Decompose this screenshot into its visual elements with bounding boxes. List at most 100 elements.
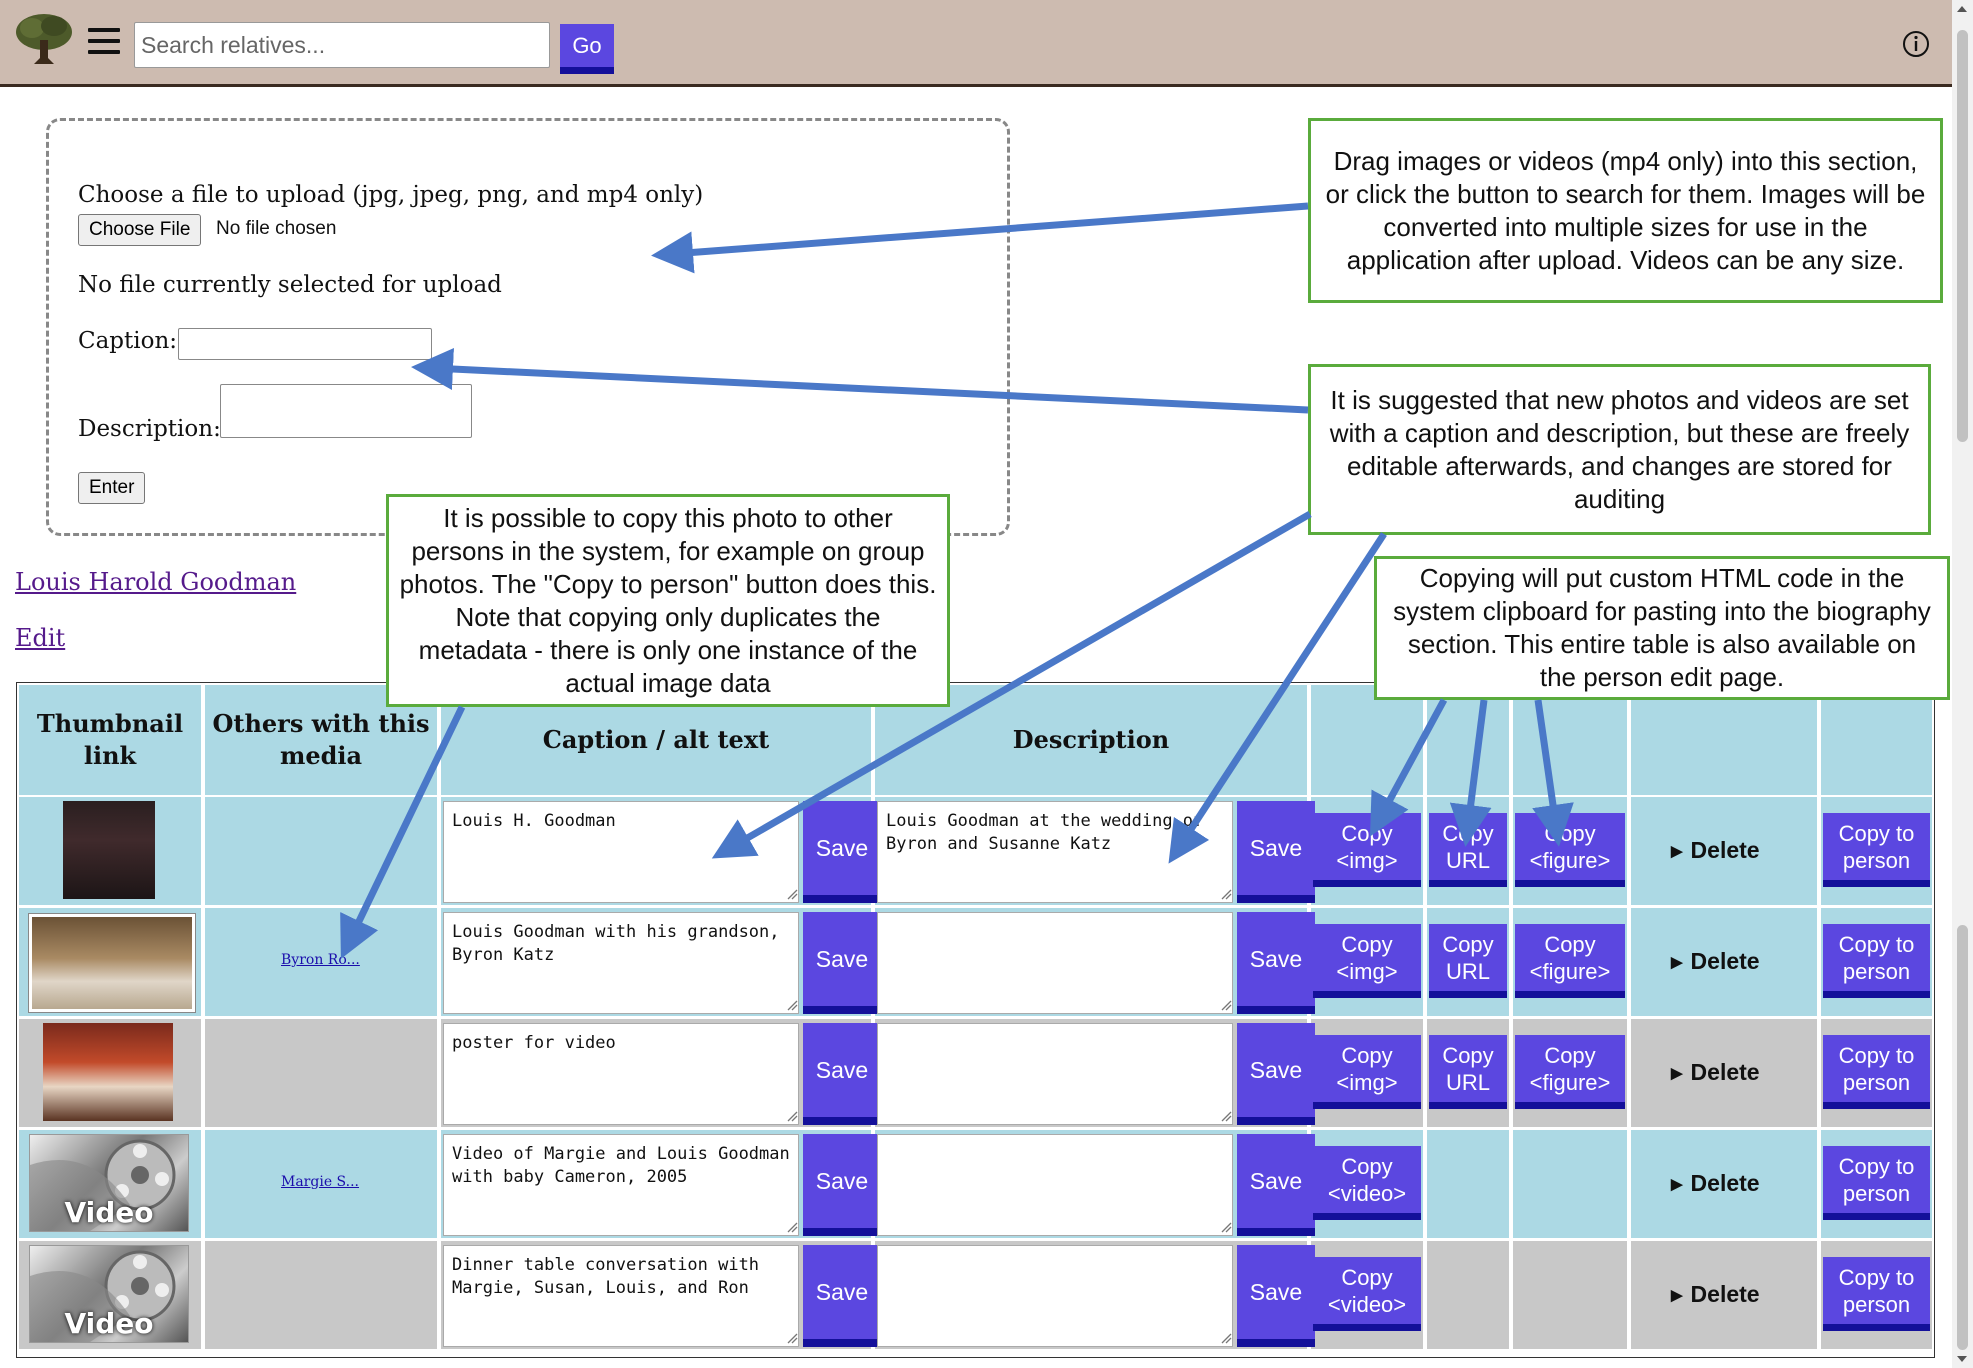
scroll-down-icon[interactable] bbox=[1957, 1356, 1967, 1362]
copy-to-person-button[interactable]: Copy to person bbox=[1823, 924, 1930, 998]
delete-label: Delete bbox=[1690, 1281, 1760, 1307]
photo-thumbnail[interactable] bbox=[63, 801, 155, 899]
photo-thumbnail[interactable] bbox=[29, 914, 195, 1012]
header-thumbnail: Thumbnail link bbox=[19, 685, 201, 795]
copy-url-button[interactable]: Copy URL bbox=[1429, 1035, 1507, 1109]
video-thumbnail-label: Video bbox=[64, 1307, 154, 1340]
save-description-button[interactable]: Save bbox=[1237, 801, 1315, 903]
resize-grip-icon[interactable] bbox=[787, 889, 798, 900]
save-description-button[interactable]: Save bbox=[1237, 1134, 1315, 1236]
header-empty bbox=[1427, 685, 1509, 795]
copy-img-button[interactable]: Copy <img> bbox=[1313, 813, 1421, 887]
thumbnail-link[interactable]: Video bbox=[29, 1134, 189, 1232]
resize-grip-icon[interactable] bbox=[1221, 1111, 1232, 1122]
copy-img-button[interactable]: Copy <img> bbox=[1313, 1035, 1421, 1109]
search-input[interactable] bbox=[134, 22, 550, 68]
menu-icon[interactable] bbox=[88, 28, 120, 56]
info-icon[interactable] bbox=[1902, 30, 1930, 58]
copy-to-person-button[interactable]: Copy to person bbox=[1823, 1035, 1930, 1109]
description-textarea[interactable] bbox=[877, 1245, 1233, 1347]
photo-thumbnail[interactable] bbox=[43, 1023, 173, 1121]
delete-toggle[interactable]: ▶ Delete bbox=[1671, 1170, 1760, 1197]
resize-grip-icon[interactable] bbox=[1221, 1222, 1232, 1233]
disclosure-triangle-icon: ▶ bbox=[1671, 842, 1683, 860]
copy-video-button[interactable]: Copy <video> bbox=[1313, 1257, 1421, 1331]
table-cell bbox=[1513, 1241, 1627, 1349]
scrollbar[interactable] bbox=[1952, 0, 1973, 1368]
edit-link[interactable]: Edit bbox=[15, 624, 65, 652]
copy-figure-button[interactable]: Copy <figure> bbox=[1515, 924, 1625, 998]
caption-textarea[interactable]: Video of Margie and Louis Goodman with b… bbox=[443, 1134, 799, 1236]
enter-button[interactable]: Enter bbox=[78, 472, 146, 504]
resize-grip-icon[interactable] bbox=[1221, 1000, 1232, 1011]
go-button[interactable]: Go bbox=[560, 24, 614, 74]
caption-textarea[interactable]: Louis Goodman with his grandson, Byron K… bbox=[443, 912, 799, 1014]
caption-textarea[interactable]: Louis H. Goodman bbox=[443, 801, 799, 903]
others-link[interactable]: Byron Ro... bbox=[281, 952, 360, 968]
resize-grip-icon[interactable] bbox=[1221, 889, 1232, 900]
resize-grip-icon[interactable] bbox=[787, 1111, 798, 1122]
header-empty bbox=[1821, 685, 1932, 795]
scroll-up-icon[interactable] bbox=[1957, 6, 1967, 12]
description-textarea[interactable] bbox=[877, 1023, 1233, 1125]
description-textarea[interactable]: Louis Goodman at the wedding of Byron an… bbox=[877, 801, 1233, 903]
resize-grip-icon[interactable] bbox=[1221, 1333, 1232, 1344]
header-empty bbox=[1631, 685, 1817, 795]
copy-url-button[interactable]: Copy URL bbox=[1429, 813, 1507, 887]
scrollbar-thumb[interactable] bbox=[1957, 30, 1968, 442]
save-caption-button[interactable]: Save bbox=[803, 1023, 881, 1125]
delete-toggle[interactable]: ▶ Delete bbox=[1671, 948, 1760, 975]
table-cell bbox=[205, 797, 437, 905]
scrollbar-thumb-secondary[interactable] bbox=[1957, 925, 1968, 1350]
family-tree-logo-icon[interactable] bbox=[14, 12, 74, 66]
copy-to-person-button[interactable]: Copy to person bbox=[1823, 1146, 1930, 1220]
table-cell bbox=[205, 1241, 437, 1349]
save-caption-button[interactable]: Save bbox=[803, 1134, 881, 1236]
save-caption-button[interactable]: Save bbox=[803, 912, 881, 1014]
callout-drag-drop: Drag images or videos (mp4 only) into th… bbox=[1308, 118, 1943, 303]
delete-toggle[interactable]: ▶ Delete bbox=[1671, 1059, 1760, 1086]
upload-drop-zone[interactable] bbox=[46, 118, 1010, 536]
table-cell bbox=[1427, 1241, 1509, 1349]
save-caption-button[interactable]: Save bbox=[803, 801, 881, 903]
resize-grip-icon[interactable] bbox=[787, 1333, 798, 1344]
upload-instructions: Choose a file to upload (jpg, jpeg, png,… bbox=[78, 182, 704, 208]
copy-figure-button[interactable]: Copy <figure> bbox=[1515, 813, 1625, 887]
person-link[interactable]: Louis Harold Goodman bbox=[15, 568, 296, 596]
no-file-chosen-text: No file chosen bbox=[216, 218, 337, 239]
header-empty bbox=[1513, 685, 1627, 795]
copy-figure-button[interactable]: Copy <figure> bbox=[1515, 1035, 1625, 1109]
caption-textarea[interactable]: poster for video bbox=[443, 1023, 799, 1125]
disclosure-triangle-icon: ▶ bbox=[1671, 1064, 1683, 1082]
description-input[interactable] bbox=[220, 384, 472, 438]
resize-grip-icon[interactable] bbox=[787, 1222, 798, 1233]
resize-grip-icon[interactable] bbox=[787, 1000, 798, 1011]
choose-file-button[interactable]: Choose File bbox=[78, 214, 202, 246]
save-description-button[interactable]: Save bbox=[1237, 912, 1315, 1014]
copy-url-button[interactable]: Copy URL bbox=[1429, 924, 1507, 998]
caption-input[interactable] bbox=[178, 328, 432, 360]
copy-video-button[interactable]: Copy <video> bbox=[1313, 1146, 1421, 1220]
delete-label: Delete bbox=[1690, 1059, 1760, 1085]
caption-textarea[interactable]: Dinner table conversation with Margie, S… bbox=[443, 1245, 799, 1347]
description-textarea[interactable] bbox=[877, 1134, 1233, 1236]
copy-to-person-button[interactable]: Copy to person bbox=[1823, 1257, 1930, 1331]
save-description-button[interactable]: Save bbox=[1237, 1245, 1315, 1347]
media-table: Thumbnail link Others with this media Ca… bbox=[16, 682, 1935, 1358]
delete-label: Delete bbox=[1690, 837, 1760, 863]
save-description-button[interactable]: Save bbox=[1237, 1023, 1315, 1125]
disclosure-triangle-icon: ▶ bbox=[1671, 1175, 1683, 1193]
disclosure-triangle-icon: ▶ bbox=[1671, 1286, 1683, 1304]
save-caption-button[interactable]: Save bbox=[803, 1245, 881, 1347]
thumbnail-link[interactable]: Video bbox=[29, 1245, 189, 1343]
header-empty bbox=[1311, 685, 1423, 795]
delete-toggle[interactable]: ▶ Delete bbox=[1671, 1281, 1760, 1308]
copy-img-button[interactable]: Copy <img> bbox=[1313, 924, 1421, 998]
others-link[interactable]: Margie S... bbox=[281, 1174, 359, 1190]
delete-toggle[interactable]: ▶ Delete bbox=[1671, 837, 1760, 864]
callout-copy-to-person: It is possible to copy this photo to oth… bbox=[386, 494, 950, 707]
callout-copy-html: Copying will put custom HTML code in the… bbox=[1374, 556, 1950, 700]
description-textarea[interactable] bbox=[877, 912, 1233, 1014]
description-label: Description: bbox=[78, 416, 221, 442]
copy-to-person-button[interactable]: Copy to person bbox=[1823, 813, 1930, 887]
